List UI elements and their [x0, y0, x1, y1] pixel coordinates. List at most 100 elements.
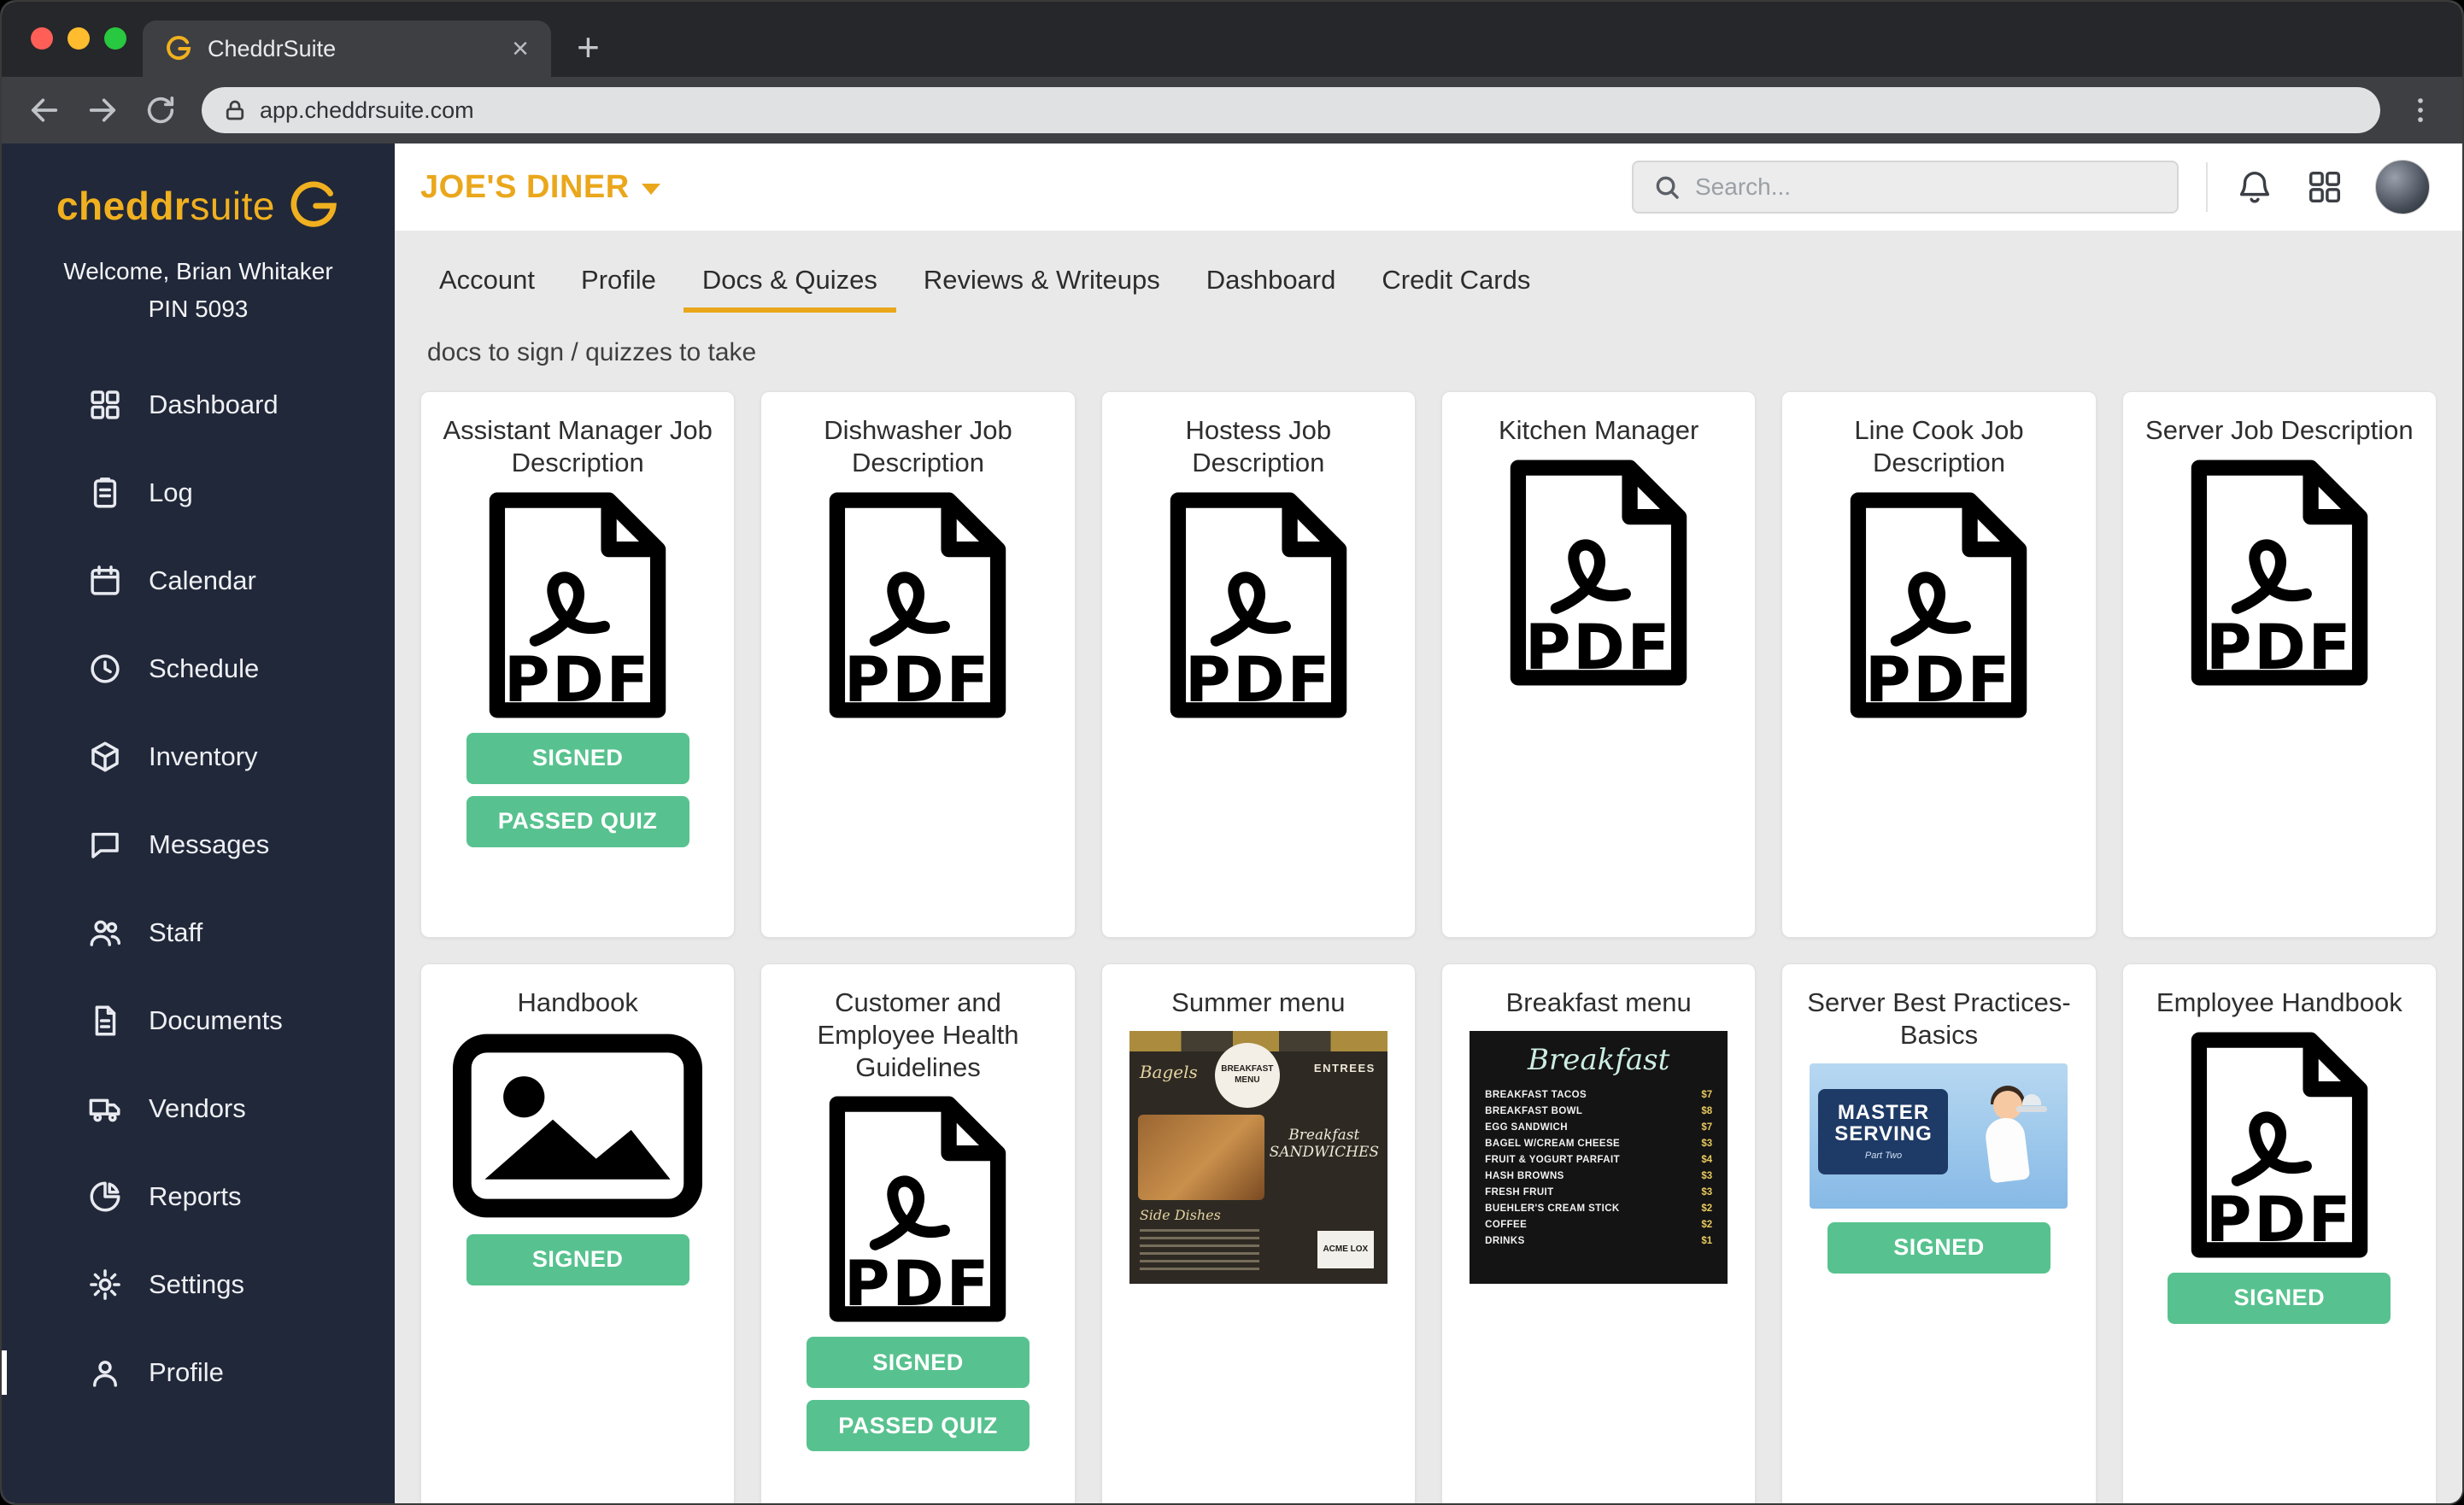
tab-docs-quizes[interactable]: Docs & Quizes — [683, 253, 896, 313]
minimize-window-button[interactable] — [67, 27, 90, 50]
doc-card[interactable]: Customer and Employee Health Guidelines P… — [760, 963, 1075, 1503]
svg-text:PDF: PDF — [1865, 644, 2012, 717]
browser-tab-strip: CheddrSuite × + — [2, 2, 2462, 77]
image-placeholder-icon[interactable] — [449, 1031, 706, 1221]
sidebar: cheddrsuite Welcome, Brian Whitaker PIN … — [2, 143, 395, 1503]
doc-card[interactable]: Kitchen Manager PDF — [1441, 391, 1756, 938]
doc-card[interactable]: Line Cook Job DescriptionPDF — [1781, 391, 2096, 938]
address-bar[interactable]: app.cheddrsuite.com — [202, 87, 2380, 133]
sidebar-item-schedule[interactable]: Schedule — [2, 624, 395, 712]
tab-account[interactable]: Account — [420, 253, 554, 313]
bell-icon[interactable] — [2235, 167, 2274, 207]
calendar-icon — [87, 563, 123, 599]
chevron-down-icon — [642, 184, 660, 195]
signed-badge[interactable]: SIGNED — [807, 1337, 1030, 1388]
cheddrsuite-logo[interactable]: cheddrsuite — [2, 179, 395, 232]
passed-quiz-badge[interactable]: PASSED QUIZ — [807, 1400, 1030, 1451]
doc-card[interactable]: Hostess Job Description PDF — [1101, 391, 1416, 938]
doc-card-title: Server Best Practices- Basics — [1803, 987, 2074, 1051]
sidebar-item-settings[interactable]: Settings — [2, 1240, 395, 1328]
pdf-icon[interactable]: PDF — [819, 491, 1016, 719]
url-text: app.cheddrsuite.com — [260, 97, 474, 124]
pdf-icon[interactable]: PDF — [2181, 1031, 2378, 1259]
pdf-icon[interactable]: PDF — [819, 1095, 1016, 1323]
topbar-divider — [2206, 162, 2208, 212]
passed-quiz-badge[interactable]: PASSED QUIZ — [466, 796, 689, 847]
sidebar-item-calendar[interactable]: Calendar — [2, 536, 395, 624]
pdf-icon[interactable]: PDF — [1840, 491, 2037, 719]
svg-text:PDF: PDF — [1525, 612, 1672, 684]
browser-window: CheddrSuite × + app.cheddrsuite.com ched… — [0, 0, 2464, 1505]
sidebar-nav: DashboardLogCalendarSchedule Inventory Mes… — [2, 360, 395, 1416]
sidebar-item-dashboard[interactable]: Dashboard — [2, 360, 395, 448]
staff-icon — [87, 915, 123, 951]
sidebar-item-documents[interactable]: Documents — [2, 976, 395, 1064]
sidebar-item-vendors[interactable]: Vendors — [2, 1064, 395, 1152]
doc-card-title: Kitchen Manager — [1499, 414, 1698, 447]
zoom-window-button[interactable] — [104, 27, 126, 50]
doc-card[interactable]: Assistant Manager Job Description PDF SIGN… — [420, 391, 735, 938]
sidebar-item-staff[interactable]: Staff — [2, 888, 395, 976]
back-icon[interactable] — [27, 93, 62, 127]
lock-icon — [222, 97, 248, 123]
reload-icon[interactable] — [144, 93, 178, 127]
search-input[interactable] — [1695, 173, 2158, 201]
apps-grid-icon[interactable] — [2305, 167, 2344, 207]
signed-badge[interactable]: SIGNED — [466, 1234, 689, 1285]
search-box[interactable] — [1632, 161, 2179, 214]
pdf-icon[interactable]: PDF — [2181, 459, 2378, 687]
doc-card-title: Customer and Employee Health Guidelines — [782, 987, 1053, 1083]
tab-profile[interactable]: Profile — [562, 253, 675, 313]
sidebar-item-messages[interactable]: Messages — [2, 800, 395, 888]
doc-card-title: Handbook — [517, 987, 637, 1019]
tab-credit-cards[interactable]: Credit Cards — [1363, 253, 1549, 313]
new-tab-button[interactable]: + — [577, 27, 600, 67]
doc-card-title: Employee Handbook — [2156, 987, 2402, 1019]
doc-card[interactable]: Employee Handbook PDF SIGNED — [2122, 963, 2437, 1503]
doc-card[interactable]: Summer menu BagelsBREAKFAST MENUENTREESBr… — [1101, 963, 1416, 1503]
user-avatar[interactable] — [2375, 160, 2430, 214]
tab-dashboard[interactable]: Dashboard — [1188, 253, 1355, 313]
summer-menu-thumbnail[interactable]: BagelsBREAKFAST MENUENTREESBreakfast SAN… — [1129, 1031, 1387, 1284]
signed-badge[interactable]: SIGNED — [466, 733, 689, 784]
kebab-menu-icon[interactable] — [2404, 94, 2437, 126]
sidebar-item-inventory[interactable]: Inventory — [2, 712, 395, 800]
signed-badge[interactable]: SIGNED — [2168, 1273, 2391, 1324]
serving-thumbnail[interactable]: MASTERSERVINGPart Two — [1810, 1063, 2068, 1209]
doc-card[interactable]: Server Best Practices- Basics MASTERSERVI… — [1781, 963, 2096, 1503]
main-area: JOE'S DINER AccountProfileDocs & QuizesR… — [395, 143, 2462, 1503]
section-tabs: AccountProfileDocs & QuizesReviews & Wri… — [420, 253, 2437, 313]
signed-badge[interactable]: SIGNED — [1827, 1222, 2050, 1274]
sidebar-item-label: Inventory — [149, 741, 258, 772]
sidebar-item-log[interactable]: Log — [2, 448, 395, 536]
tab-close-icon[interactable]: × — [512, 34, 529, 63]
breakfast-menu-thumbnail[interactable]: BreakfastBREAKFAST TACOS$7BREAKFAST BOWL… — [1470, 1031, 1728, 1284]
sidebar-item-label: Messages — [149, 829, 269, 860]
svg-text:PDF: PDF — [2206, 612, 2353, 684]
sidebar-item-label: Vendors — [149, 1093, 246, 1124]
doc-card-title: Assistant Manager Job Description — [442, 414, 713, 479]
topbar: JOE'S DINER — [395, 143, 2462, 231]
reports-icon — [87, 1179, 123, 1215]
tab-reviews-writeups[interactable]: Reviews & Writeups — [905, 253, 1179, 313]
doc-card-title: Hostess Job Description — [1123, 414, 1394, 479]
pdf-icon[interactable]: PDF — [479, 491, 676, 719]
pdf-icon[interactable]: PDF — [1160, 491, 1357, 719]
doc-card-title: Summer menu — [1171, 987, 1345, 1019]
close-window-button[interactable] — [31, 27, 53, 50]
doc-card[interactable]: Dishwasher Job DescriptionPDF — [760, 391, 1075, 938]
business-selector[interactable]: JOE'S DINER — [420, 169, 660, 206]
doc-card[interactable]: Handbook SIGNED — [420, 963, 735, 1503]
doc-card-title: Breakfast menu — [1506, 987, 1692, 1019]
browser-tab[interactable]: CheddrSuite × — [143, 20, 551, 77]
svg-text:PDF: PDF — [2206, 1184, 2353, 1256]
dashboard-icon — [87, 387, 123, 423]
sidebar-item-profile[interactable]: Profile — [2, 1328, 395, 1416]
doc-card[interactable]: Breakfast menu BreakfastBREAKFAST TACOS$7… — [1441, 963, 1756, 1503]
pdf-icon[interactable]: PDF — [1500, 459, 1697, 687]
forward-icon[interactable] — [85, 93, 120, 127]
doc-card[interactable]: Server Job DescriptionPDF — [2122, 391, 2437, 938]
sidebar-item-reports[interactable]: Reports — [2, 1152, 395, 1240]
welcome-text: Welcome, Brian Whitaker — [2, 258, 395, 285]
window-controls — [31, 27, 126, 50]
